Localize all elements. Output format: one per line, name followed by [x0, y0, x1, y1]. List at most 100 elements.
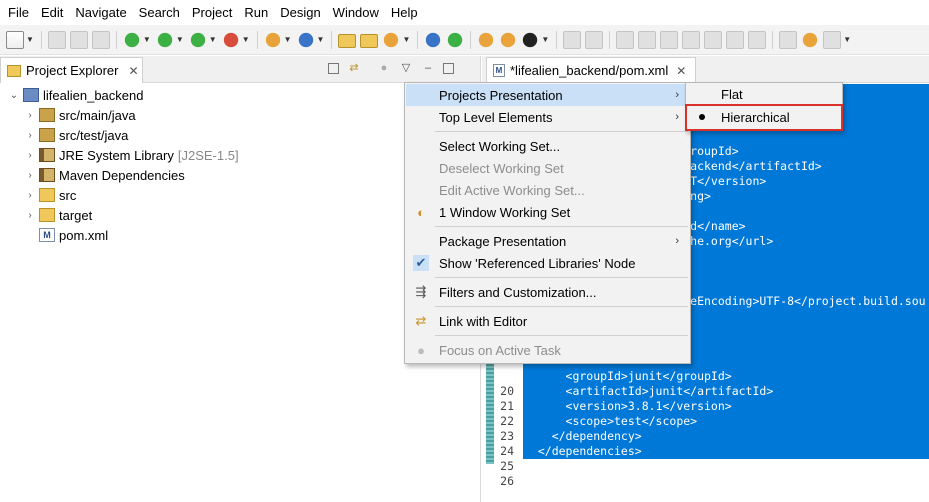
save-all-icon[interactable]: [69, 30, 88, 49]
toggle-breadcrumb-icon[interactable]: [779, 30, 798, 49]
chevron-right-icon[interactable]: ›: [24, 130, 36, 141]
menu-item-projects-presentation[interactable]: Projects Presentation ›: [406, 84, 689, 106]
close-icon[interactable]: ✕: [676, 64, 686, 78]
code-line: 23 </dependency>: [482, 429, 929, 444]
toolbar-separator: [115, 30, 117, 49]
menu-bar: File Edit Navigate Search Project Run De…: [0, 0, 929, 25]
menu-separator: [435, 131, 688, 132]
console-icon[interactable]: [563, 30, 582, 49]
chevron-right-icon[interactable]: ›: [24, 150, 36, 161]
menu-item-select-working-set[interactable]: Select Working Set...: [406, 135, 689, 157]
link-with-editor-icon[interactable]: ⇄: [347, 61, 361, 75]
chevron-down-icon[interactable]: ▼: [284, 35, 292, 44]
focus-icon[interactable]: ●: [377, 61, 391, 75]
tab-pom-xml[interactable]: M *lifealien_backend/pom.xml ✕: [486, 57, 696, 83]
mark-occurrences-icon[interactable]: [801, 30, 820, 49]
step-into-icon[interactable]: [704, 30, 723, 49]
menu-navigate[interactable]: Navigate: [69, 0, 132, 25]
tree-item-suffix: [J2SE-1.5]: [177, 147, 239, 163]
working-set-icon: ◐: [417, 204, 425, 220]
marketplace-icon[interactable]: [446, 30, 465, 49]
project-explorer-icon: [7, 64, 21, 77]
external-tools-icon[interactable]: [221, 30, 240, 49]
resume-icon[interactable]: [616, 30, 635, 49]
chevron-down-icon[interactable]: ▼: [843, 35, 851, 44]
library-icon: [39, 148, 55, 162]
globe-icon[interactable]: [424, 30, 443, 49]
menu-item-filters-and-customization[interactable]: ⇶ Filters and Customization...: [406, 281, 689, 303]
chevron-right-icon[interactable]: ›: [24, 170, 36, 181]
print-icon[interactable]: [91, 30, 110, 49]
terminate-icon[interactable]: [660, 30, 679, 49]
menu-item-package-presentation[interactable]: Package Presentation ›: [406, 230, 689, 252]
menu-separator: [435, 306, 688, 307]
chevron-down-icon[interactable]: ▼: [209, 35, 217, 44]
menu-edit[interactable]: Edit: [35, 0, 69, 25]
chevron-down-icon[interactable]: ▼: [143, 35, 151, 44]
annotation-highlight-box: [685, 104, 843, 131]
menu-window[interactable]: Window: [327, 0, 385, 25]
toolbar-separator: [417, 30, 419, 49]
menu-item-top-level-elements[interactable]: Top Level Elements ›: [406, 106, 689, 128]
chevron-right-icon[interactable]: ›: [24, 110, 36, 121]
debug-icon[interactable]: [122, 30, 141, 49]
menu-item-show-referenced-libraries[interactable]: ✔ Show 'Referenced Libraries' Node: [406, 252, 689, 274]
chevron-down-icon[interactable]: ▼: [176, 35, 184, 44]
menu-item-link-with-editor[interactable]: ⇄ Link with Editor: [406, 310, 689, 332]
disconnect-icon[interactable]: [682, 30, 701, 49]
menu-search[interactable]: Search: [133, 0, 186, 25]
suspend-icon[interactable]: [638, 30, 657, 49]
step-return-icon[interactable]: [748, 30, 767, 49]
save-icon[interactable]: [47, 30, 66, 49]
minimize-icon[interactable]: –: [421, 61, 435, 75]
code-line: 24 </dependencies>: [482, 444, 929, 459]
menu-help[interactable]: Help: [385, 0, 424, 25]
menu-item-deselect-working-set[interactable]: Deselect Working Set: [406, 157, 689, 179]
tab-project-explorer[interactable]: Project Explorer ✕: [0, 57, 143, 83]
close-icon[interactable]: ✕: [128, 64, 138, 78]
coverage-icon[interactable]: [188, 30, 207, 49]
next-annotation-icon[interactable]: [823, 30, 842, 49]
sync-icon[interactable]: [477, 30, 496, 49]
pin-icon[interactable]: [585, 30, 604, 49]
open-folder-icon[interactable]: [360, 33, 379, 48]
open-type-icon[interactable]: [338, 33, 357, 48]
library-icon: [39, 168, 55, 182]
menu-design[interactable]: Design: [274, 0, 326, 25]
chevron-down-icon[interactable]: ▼: [242, 35, 250, 44]
new-icon[interactable]: [6, 30, 24, 49]
new-class-icon[interactable]: [296, 30, 315, 49]
chevron-right-icon[interactable]: ›: [24, 210, 36, 221]
step-over-icon[interactable]: [726, 30, 745, 49]
menu-item-edit-active-working-set[interactable]: Edit Active Working Set...: [406, 179, 689, 201]
tree-item-label: lifealien_backend: [43, 87, 144, 103]
open-task-icon[interactable]: [382, 30, 401, 49]
menu-file[interactable]: File: [2, 0, 35, 25]
chevron-down-icon[interactable]: ▼: [541, 35, 549, 44]
maven-file-icon: M: [39, 228, 55, 242]
run-icon[interactable]: [155, 30, 174, 49]
annotation-icon[interactable]: [499, 30, 518, 49]
chevron-down-icon[interactable]: ⌄: [8, 90, 20, 101]
package-root-icon: [39, 108, 55, 122]
line-number: 24: [500, 444, 514, 458]
menu-run[interactable]: Run: [238, 0, 274, 25]
collapse-all-icon[interactable]: [328, 62, 339, 74]
chevron-down-icon[interactable]: ▼: [26, 35, 34, 44]
chevron-right-icon[interactable]: ›: [24, 190, 36, 201]
chevron-down-icon[interactable]: ▼: [402, 35, 410, 44]
menu-project[interactable]: Project: [186, 0, 238, 25]
maximize-icon[interactable]: [443, 62, 454, 74]
menu-item-window-working-set[interactable]: ◐ 1 Window Working Set: [406, 201, 689, 223]
tab-label: Project Explorer: [26, 63, 119, 78]
new-java-project-icon[interactable]: [263, 30, 282, 49]
view-menu-icon[interactable]: ▽: [399, 61, 413, 75]
tab-label: *lifealien_backend/pom.xml: [510, 63, 669, 78]
chevron-down-icon[interactable]: ▼: [317, 35, 325, 44]
link-icon: ⇄: [415, 313, 427, 328]
menu-item-focus-on-active-task[interactable]: ● Focus on Active Task: [406, 339, 689, 361]
user-icon[interactable]: [521, 30, 540, 49]
submenu-item-flat[interactable]: Flat: [687, 83, 841, 105]
toolbar-separator: [609, 30, 611, 49]
menu-separator: [435, 277, 688, 278]
